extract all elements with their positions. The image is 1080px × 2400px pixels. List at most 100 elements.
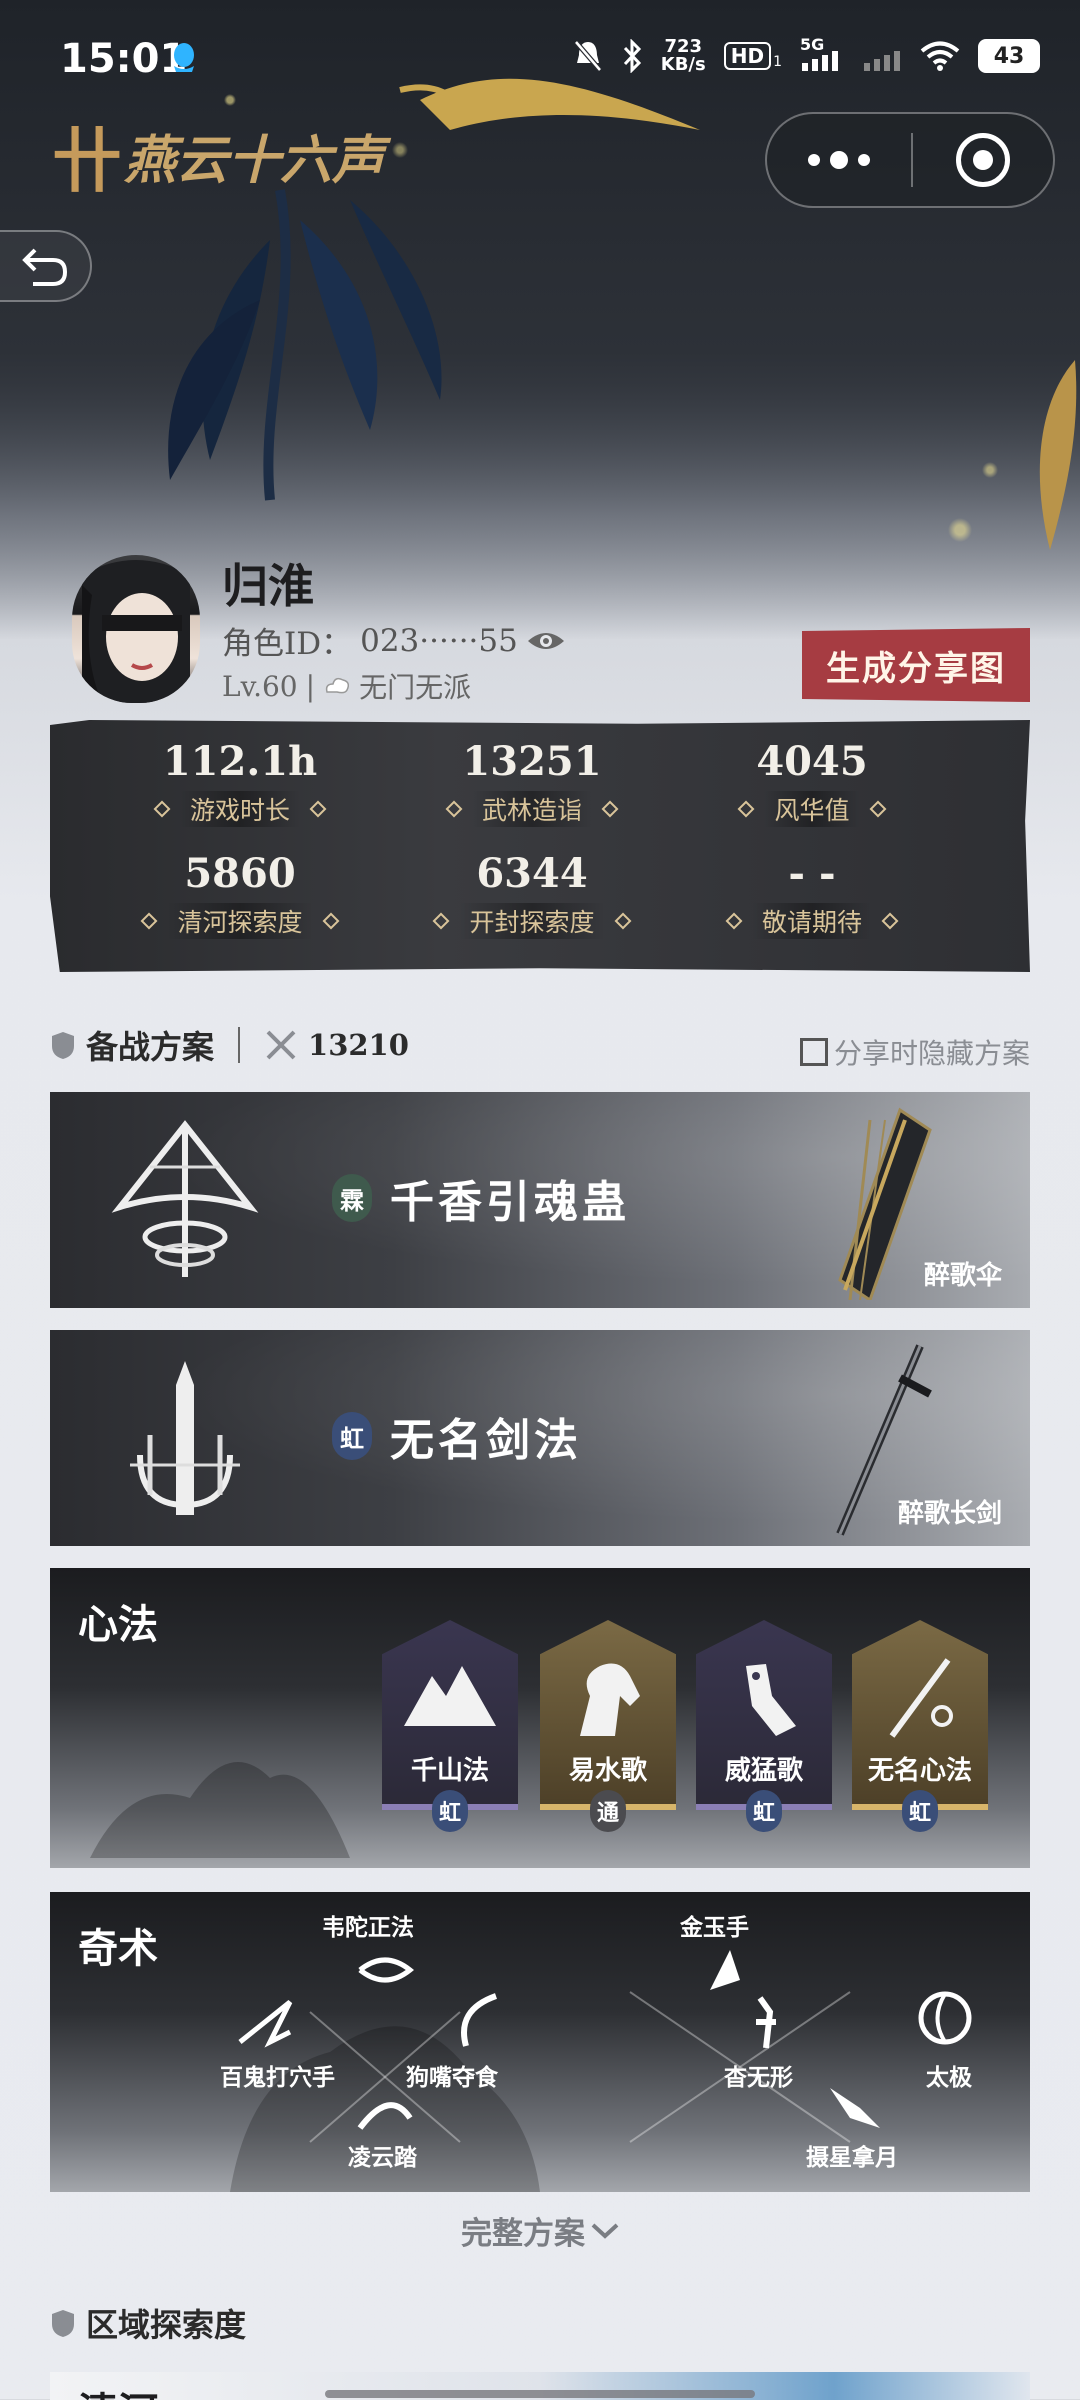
stat-label: 武林造诣 (382, 791, 682, 827)
more-dot-icon (858, 154, 870, 166)
avatar[interactable] (72, 555, 200, 703)
status-bar: 15:01 723 KB/s HD 1 5G 43 (0, 0, 1080, 120)
claw-skill-icon (238, 2000, 293, 2048)
stat-elegance: 4045 风华值 (662, 738, 962, 827)
full-plan-button[interactable]: 完整方案 (0, 2208, 1080, 2253)
xinfa-card-yishui[interactable]: 易水歌 (540, 1620, 676, 1810)
diamond-icon (725, 912, 743, 930)
signal-5g-icon: 5G (800, 35, 844, 73)
qishu-item[interactable]: 百鬼打穴手 (220, 2058, 335, 2092)
close-miniprogram-button[interactable] (913, 133, 1053, 187)
stat-value: 4045 (756, 738, 868, 785)
qishu-item[interactable]: 凌云踏 (348, 2138, 417, 2172)
target-close-icon (956, 133, 1010, 187)
weapon-card-sword[interactable]: 虹 无名剑法 醉歌长剑 (50, 1330, 1030, 1546)
home-indicator[interactable] (325, 2390, 755, 2398)
hd-indicator: HD 1 (723, 42, 782, 70)
school-badge: 虹 (332, 1412, 372, 1460)
qishu-item[interactable]: 太极 (926, 2058, 972, 2092)
xinfa-badge: 通 (590, 1790, 626, 1832)
hide-plan-toggle[interactable]: 分享时隐藏方案 (799, 1032, 1030, 1072)
miniprogram-capsule (765, 112, 1055, 208)
qishu-item[interactable]: 金玉手 (680, 1908, 749, 1942)
loadout-title: 备战方案 (86, 1028, 215, 1066)
crescent-skill-icon (461, 1993, 498, 2047)
combat-power-value: 13210 (308, 1028, 409, 1062)
diamond-icon (153, 800, 171, 818)
shield-icon (52, 2310, 74, 2337)
xinfa-card-weimeng[interactable]: 威猛歌 (696, 1620, 832, 1810)
xinfa-badge: 虹 (432, 1790, 468, 1832)
xinfa-badge: 虹 (746, 1790, 782, 1832)
weapon-skill-title: 千香引魂蛊 (390, 1177, 630, 1228)
xinfa-card-qianshan[interactable]: 千山法 (382, 1620, 518, 1810)
hd-sub: 1 (773, 54, 782, 70)
stat-coming-soon: - - 敬请期待 (662, 850, 962, 939)
eye-icon[interactable] (526, 629, 566, 653)
role-id-value: 023······55 (360, 622, 518, 659)
xinfa-badge: 虹 (902, 1790, 938, 1832)
sword-pendant-icon (889, 1658, 953, 1738)
star-skill-icon (830, 2088, 880, 2128)
stat-label: 清河探索度 (90, 903, 390, 939)
back-button[interactable] (0, 230, 92, 302)
hide-plan-checkbox[interactable] (799, 1038, 828, 1066)
bluetooth-icon (623, 39, 641, 73)
player-name: 归淮 (222, 559, 314, 613)
stat-value: 112.1h (162, 738, 318, 785)
stat-play-time: 112.1h 游戏时长 (90, 738, 390, 827)
diamond-icon (432, 912, 450, 930)
swirl-skill-icon (358, 1957, 415, 1983)
logo-mark-icon: 卄 (52, 118, 122, 202)
mountain-icon (404, 1666, 496, 1726)
level: Lv.60 (222, 669, 298, 703)
region-header: 区域探索度 (50, 2300, 246, 2346)
stat-value: - - (788, 850, 836, 897)
generate-share-image-button[interactable]: 生成分享图 (802, 628, 1030, 702)
weapon-name: 醉歌长剑 (897, 1499, 1002, 1529)
xinfa-title: 心法 (78, 1601, 158, 1648)
diamond-icon (737, 800, 755, 818)
figure-skill-icon (756, 1996, 776, 2049)
wifi-icon (920, 41, 960, 71)
hide-plan-label: 分享时隐藏方案 (833, 1037, 1030, 1070)
more-dot-icon (830, 151, 848, 169)
net-speed: 723 KB/s (661, 38, 706, 74)
umbrella-emblem-icon (111, 1120, 259, 1277)
taiji-skill-icon (918, 1991, 972, 2045)
role-id-line: 角色ID： 023······55 (222, 618, 566, 663)
level-line: Lv.60 | 无门无派 (222, 666, 471, 706)
qishu-item[interactable]: 杳无形 (724, 2058, 793, 2092)
diamond-icon (445, 800, 463, 818)
stats-panel: 112.1h 游戏时长 13251 武林造诣 4045 风华值 5860 清河探… (50, 720, 1030, 972)
diamond-icon (140, 912, 158, 930)
level-separator: | (305, 669, 316, 703)
diamond-icon (322, 912, 339, 930)
shield-icon (52, 1032, 74, 1059)
xinfa-name: 威猛歌 (724, 1756, 803, 1786)
diamond-icon (881, 912, 899, 930)
status-icons: 723 KB/s HD 1 5G 43 (573, 35, 1040, 74)
diamond-icon (614, 912, 631, 930)
qishu-item[interactable]: 韦陀正法 (322, 1908, 414, 1942)
xinfa-name: 无名心法 (867, 1756, 972, 1786)
battery-indicator: 43 (978, 39, 1040, 73)
qishu-item[interactable]: 摄星拿月 (806, 2138, 898, 2172)
logo-text: 燕云十六声 (124, 129, 385, 191)
more-menu-button[interactable] (767, 114, 911, 206)
diamond-icon (601, 800, 619, 818)
stat-value: 13251 (462, 738, 602, 785)
xinfa-name: 千山法 (410, 1756, 489, 1786)
qishu-panel: 奇术 韦陀正法 百鬼打穴手 狗嘴夺食 凌云踏 金玉手 杳无形 太极 摄星拿月 (50, 1892, 1030, 2192)
weapon-card-umbrella[interactable]: 霖 千香引魂蛊 醉歌伞 (50, 1092, 1030, 1308)
stat-qinghe-exploration: 5860 清河探索度 (90, 850, 390, 939)
hd-badge: HD (723, 42, 772, 70)
crossed-swords-icon (266, 1030, 296, 1060)
stat-label-text: 武林造诣 (471, 791, 592, 827)
bamboo-leaves-decoration (168, 189, 442, 501)
cloud-sect-icon (325, 677, 350, 694)
xinfa-card-wuming[interactable]: 无名心法 (852, 1620, 988, 1810)
diamond-icon (309, 800, 327, 818)
full-plan-label: 完整方案 (461, 2216, 585, 2252)
diamond-icon (869, 800, 886, 818)
